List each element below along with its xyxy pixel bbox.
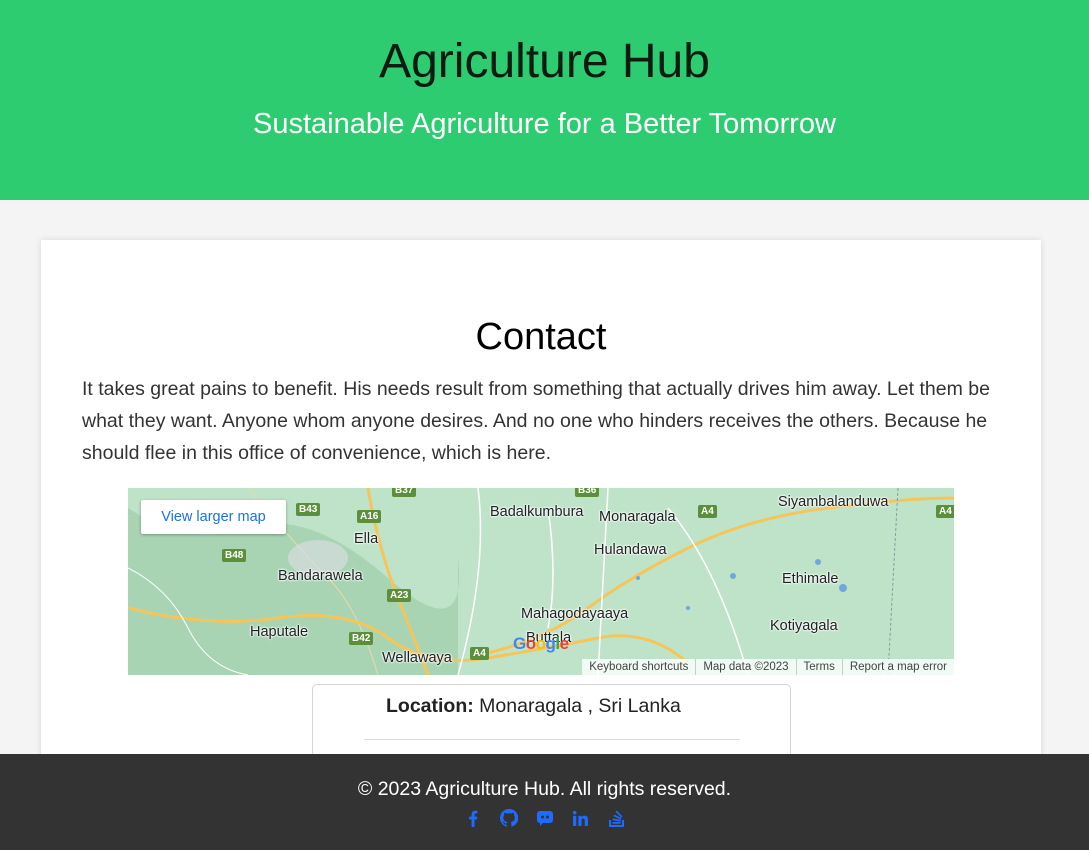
contact-card: Contact It takes great pains to benefit.… [41, 240, 1041, 804]
place-label: Kotiyagala [770, 618, 838, 634]
embedded-map[interactable]: View larger map Siyambalanduwa Badalkumb… [128, 488, 954, 675]
place-label: Hulandawa [594, 542, 667, 558]
road-shield: B37 [392, 488, 417, 497]
road-shield: B42 [349, 632, 374, 645]
location-row: Location: Monaragala , Sri Lanka [386, 695, 681, 718]
contact-title: Contact [475, 316, 607, 358]
google-logo: Google [513, 634, 569, 653]
site-header: Agriculture Hub Sustainable Agriculture … [0, 0, 1089, 200]
facebook-icon[interactable] [462, 807, 484, 829]
linkedin-icon[interactable] [570, 807, 592, 829]
keyboard-shortcuts-link[interactable]: Keyboard shortcuts [582, 659, 695, 675]
info-divider [364, 739, 740, 740]
place-label: Ethimale [782, 571, 839, 587]
discord-icon[interactable] [534, 807, 556, 829]
report-map-error-link[interactable]: Report a map error [841, 659, 954, 675]
social-links [0, 807, 1089, 829]
view-larger-map-button[interactable]: View larger map [141, 500, 286, 534]
road-shield: B48 [222, 549, 247, 562]
place-label: Siyambalanduwa [778, 494, 889, 510]
road-shield: B36 [575, 488, 600, 497]
site-subtitle: Sustainable Agriculture for a Better Tom… [253, 108, 836, 140]
location-label: Location: [386, 695, 474, 717]
github-icon[interactable] [498, 807, 520, 829]
place-label: Ella [354, 531, 379, 547]
contact-description: It takes great pains to benefit. His nee… [82, 378, 990, 464]
site-footer: © 2023 Agriculture Hub. All rights reser… [0, 754, 1089, 850]
map-attribution: Keyboard shortcuts Map data ©2023 Terms … [582, 659, 954, 675]
place-label: Wellawaya [382, 650, 452, 666]
stackoverflow-icon[interactable] [606, 807, 628, 829]
copyright-text: © 2023 Agriculture Hub. All rights reser… [357, 778, 732, 800]
place-label: Mahagodayaaya [521, 606, 629, 622]
road-shield: A4 [936, 505, 954, 518]
site-title: Agriculture Hub [379, 35, 710, 88]
road-shield: A23 [387, 589, 412, 602]
place-label: Haputale [250, 624, 309, 640]
road-shield: A4 [698, 505, 717, 518]
road-shield: A16 [357, 510, 382, 523]
place-label: Monaragala [599, 509, 676, 525]
road-shield: A4 [470, 647, 489, 660]
map-data-label: Map data ©2023 [695, 659, 795, 675]
road-shield: B43 [296, 503, 321, 516]
location-value: Monaragala , Sri Lanka [479, 695, 681, 717]
terms-link[interactable]: Terms [795, 659, 842, 675]
place-label: Bandarawela [278, 568, 363, 584]
place-label: Badalkumbura [490, 504, 584, 520]
